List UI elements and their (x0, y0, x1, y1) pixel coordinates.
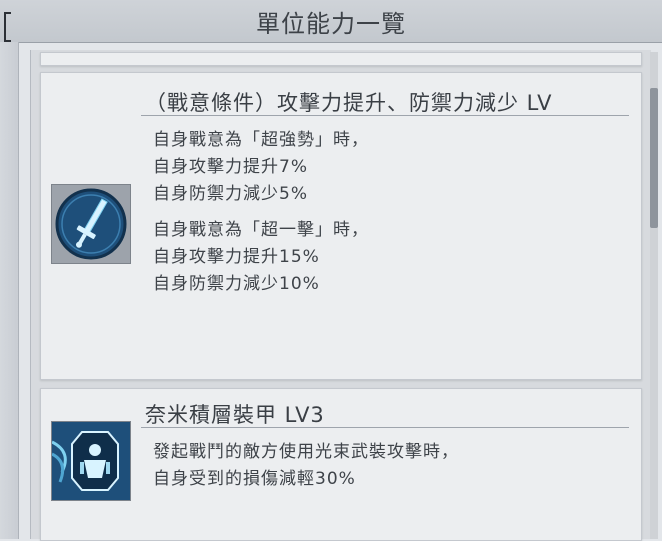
skill-description: 發起戰鬥的敵方使用光束武裝攻擊時， 自身受到的損傷減輕30% (153, 439, 459, 493)
skill-title: 奈米積層裝甲 LV3 (145, 403, 325, 427)
page-title: 單位能力一覽 (256, 10, 406, 38)
header-bar: 單位能力一覽 (0, 0, 662, 43)
title-divider (141, 427, 629, 428)
description-line: 自身防禦力減少5% (153, 184, 308, 204)
description-line: 自身受到的損傷減輕30% (153, 469, 356, 489)
left-rail (0, 42, 19, 539)
skill-title: （戰意條件）攻擊力提升、防禦力減少 LV (145, 91, 553, 115)
skill-icon-frame (51, 421, 131, 501)
description-line: 自身戰意為「超強勢」時， (153, 130, 369, 150)
description-line: 自身防禦力減少10% (153, 274, 320, 294)
description-line: 自身攻擊力提升15% (153, 247, 320, 267)
skill-icon-frame (51, 184, 131, 264)
skill-card[interactable]: （戰意條件）攻擊力提升、防禦力減少 LV 自身戰意為「超強勢」時， 自身攻擊力提… (40, 72, 642, 380)
description-line: 自身戰意為「超一擊」時， (153, 220, 369, 240)
sword-icon (55, 188, 127, 260)
scrollbar-thumb[interactable] (650, 88, 658, 228)
skill-card[interactable]: 奈米積層裝甲 LV3 發起戰鬥的敵方使用光束武裝攻擊時， 自身受到的損傷減輕30… (40, 388, 642, 541)
description-line: 自身攻擊力提升7% (153, 157, 308, 177)
skill-description: 自身戰意為「超強勢」時， 自身攻擊力提升7% 自身防禦力減少5% 自身戰意為「超… (153, 127, 369, 298)
previous-skill-card (40, 52, 642, 66)
scrollbar[interactable] (650, 52, 658, 539)
title-divider (141, 115, 629, 116)
description-line: 發起戰鬥的敵方使用光束武裝攻擊時， (153, 442, 459, 462)
armor-icon (52, 422, 130, 500)
